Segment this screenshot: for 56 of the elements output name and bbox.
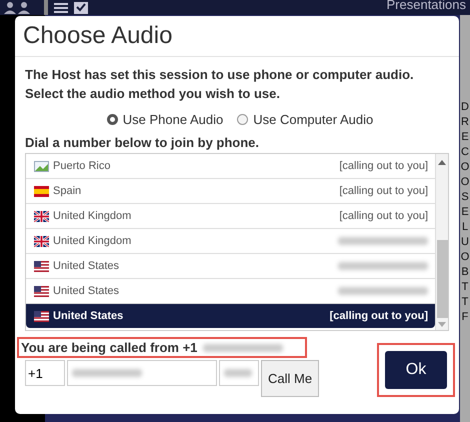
flag-icon [34, 260, 49, 272]
country-name: Spain [53, 185, 82, 197]
side-letter: F [462, 310, 468, 325]
audio-option[interactable]: Use Computer Audio [237, 112, 374, 127]
flag-icon [34, 286, 49, 296]
scrollbar[interactable] [435, 154, 448, 330]
side-letter: U [461, 235, 469, 250]
side-letter: O [460, 250, 470, 265]
number-row[interactable]: United States [calling out to you] [26, 304, 435, 328]
number-row[interactable]: United Kingdom [calling out to you] [26, 204, 435, 229]
side-letter: R [461, 115, 469, 130]
extension-field[interactable] [219, 360, 259, 386]
phone-number-field[interactable] [67, 360, 217, 386]
flag-icon [34, 236, 49, 246]
dialog-title: Choose Audio [15, 16, 459, 57]
broken-image-icon [34, 160, 49, 172]
side-letter: T [462, 280, 468, 295]
country-name: United States [53, 310, 124, 322]
flag-icon [34, 210, 49, 222]
side-letter: O [460, 160, 470, 175]
checkbox-icon[interactable] [74, 2, 88, 14]
country-name: Puerto Rico [53, 160, 110, 172]
radio-button[interactable] [237, 114, 248, 125]
country-code-field[interactable]: +1 [25, 360, 65, 386]
number-row[interactable]: Spain [calling out to you] [26, 179, 435, 204]
country-name: United Kingdom [53, 235, 132, 247]
flag-icon [34, 310, 49, 322]
side-letter: O [460, 175, 470, 190]
number-row[interactable]: Puerto Rico [calling out to you] [26, 154, 435, 179]
dialog-message: The Host has set this session to use phone or computer audio. Select the audio method you wish to use. [25, 66, 415, 103]
number-row[interactable]: United Kingdom [26, 229, 435, 254]
flag-icon [34, 186, 49, 196]
number-detail: [calling out to you] [330, 310, 428, 322]
number-detail: [calling out to you] [339, 210, 428, 222]
audio-option[interactable]: Use Phone Audio [106, 112, 224, 127]
country-name: United States [53, 285, 120, 297]
radio-button[interactable] [106, 114, 118, 125]
side-letter: D [461, 100, 469, 115]
number-row[interactable]: United States [26, 254, 435, 279]
side-letter: S [461, 190, 469, 205]
side-letter: T [462, 295, 468, 310]
number-detail: [calling out to you] [339, 160, 428, 172]
call-me-button[interactable]: Call Me [261, 360, 320, 397]
ok-button[interactable]: Ok [385, 351, 447, 389]
side-letter: E [461, 130, 469, 145]
side-letter: C [461, 145, 469, 160]
side-letter: B [461, 265, 469, 280]
number-detail: [calling out to you] [339, 185, 428, 197]
side-letter: E [461, 205, 469, 220]
side-letter: L [462, 220, 468, 235]
calling-notice: You are being called from +1 [17, 337, 307, 358]
country-name: United Kingdom [53, 210, 132, 222]
dial-heading: Dial a number below to join by phone. [25, 135, 260, 150]
scroll-up-icon[interactable] [438, 160, 446, 165]
country-name: United States [53, 260, 120, 272]
menu-icon[interactable] [54, 2, 68, 14]
